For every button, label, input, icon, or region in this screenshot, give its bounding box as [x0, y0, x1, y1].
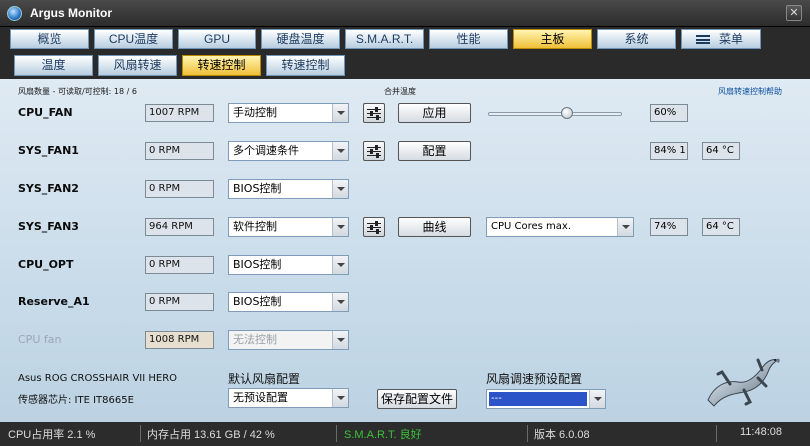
- fan-name: SYS_FAN1: [18, 144, 79, 157]
- cpu-usage: CPU占用率 2.1 %: [8, 429, 96, 441]
- memory-usage: 内存占用 13.61 GB / 42 %: [147, 429, 275, 441]
- chevron-down-icon: [332, 218, 348, 236]
- status-bar: CPU占用率 2.1 % 内存占用 13.61 GB / 42 % S.M.A.…: [0, 422, 810, 446]
- subtab-fan-control-2[interactable]: 转速控制: [266, 55, 345, 76]
- menu-label: 菜单: [718, 32, 743, 46]
- board-name: Asus ROG CROSSHAIR VII HERO: [18, 373, 178, 384]
- sliders-icon[interactable]: [363, 103, 385, 123]
- clock: 11:48:08: [740, 426, 783, 438]
- default-config-value: 无预设配置: [233, 391, 288, 404]
- subtab-fan-control[interactable]: 转速控制: [182, 55, 261, 76]
- chevron-down-icon: [332, 180, 348, 198]
- status-divider: [336, 425, 337, 442]
- sliders-icon[interactable]: [363, 217, 385, 237]
- slider-track: [488, 112, 622, 116]
- temp-source-value: CPU Cores max.: [491, 221, 572, 232]
- tab-performance[interactable]: 性能: [429, 29, 508, 49]
- fan-mode-value: BIOS控制: [233, 182, 282, 195]
- chevron-down-icon: [332, 331, 348, 349]
- sub-tabs: 温度 风扇转速 转速控制 转速控制: [0, 52, 810, 79]
- chevron-down-icon: [332, 256, 348, 274]
- subtab-temperature[interactable]: 温度: [14, 55, 93, 76]
- configure-button[interactable]: 配置: [398, 141, 471, 161]
- close-button[interactable]: ✕: [786, 5, 802, 21]
- window-title: Argus Monitor: [30, 6, 112, 20]
- save-profile-button[interactable]: 保存配置文件: [377, 389, 457, 409]
- tab-cpu-temp[interactable]: CPU温度: [94, 29, 173, 49]
- hamburger-icon: [696, 35, 710, 44]
- tab-smart[interactable]: S.M.A.R.T.: [345, 29, 424, 49]
- combined-temp-label: 合并温度: [384, 87, 416, 96]
- main-tabs: 概览 CPU温度 GPU 硬盘温度 S.M.A.R.T. 性能 主板 系统 菜单: [0, 27, 810, 52]
- fan-name: SYS_FAN3: [18, 220, 79, 233]
- tab-mainboard[interactable]: 主板: [513, 29, 592, 49]
- tab-overview[interactable]: 概览: [10, 29, 89, 49]
- preset-config-value: ---: [488, 391, 588, 407]
- fan-name: CPU_FAN: [18, 106, 73, 119]
- tab-menu[interactable]: 菜单: [681, 29, 761, 49]
- preset-config-dropdown[interactable]: ---: [486, 389, 606, 409]
- fan-temperature: 64 °C: [702, 142, 740, 160]
- fan-mode-value: BIOS控制: [233, 295, 282, 308]
- chevron-down-icon: [332, 389, 348, 407]
- sensor-chip: 传感器芯片: ITE IT8665E: [18, 395, 134, 406]
- status-divider: [716, 425, 717, 442]
- fan-rpm: 1007 RPM: [145, 104, 214, 122]
- title-bar: Argus Monitor ✕: [0, 0, 810, 27]
- chevron-down-icon: [332, 293, 348, 311]
- subtab-fan-speed[interactable]: 风扇转速: [98, 55, 177, 76]
- preset-config-label: 风扇调速预设配置: [486, 372, 583, 386]
- fan-control-help-link[interactable]: 风扇转速控制帮助: [718, 86, 782, 97]
- fan-mode-value: BIOS控制: [233, 258, 282, 271]
- fan-name: SYS_FAN2: [18, 182, 79, 195]
- tab-gpu[interactable]: GPU: [178, 29, 256, 49]
- fan-control-panel: [0, 79, 810, 422]
- fan-name: Reserve_A1: [18, 295, 90, 308]
- fan-mode-dropdown[interactable]: 软件控制: [228, 217, 349, 237]
- fan-mode-dropdown[interactable]: 手动控制: [228, 103, 349, 123]
- fan-name: CPU fan: [18, 333, 62, 346]
- default-config-label: 默认风扇配置: [228, 372, 301, 386]
- fan-mode-dropdown: 无法控制: [228, 330, 349, 350]
- fan-rpm: 0 RPM: [145, 180, 214, 198]
- fan-percent: 84% 1: [650, 142, 688, 160]
- smart-status[interactable]: S.M.A.R.T. 良好: [344, 426, 422, 442]
- fan-mode-value: 无法控制: [233, 333, 277, 346]
- fan-name: CPU_OPT: [18, 258, 74, 271]
- fan-rpm: 964 RPM: [145, 218, 214, 236]
- curve-button[interactable]: 曲线: [398, 217, 471, 237]
- fan-speed-slider[interactable]: [486, 107, 624, 121]
- version: 版本 6.0.08: [534, 429, 590, 441]
- fan-rpm: 0 RPM: [145, 142, 214, 160]
- fan-mode-dropdown[interactable]: BIOS控制: [228, 179, 349, 199]
- tab-disk-temp[interactable]: 硬盘温度: [261, 29, 340, 49]
- fan-mode-value: 多个调速条件: [233, 144, 299, 157]
- app-logo-icon: [7, 6, 22, 21]
- fan-mode-dropdown[interactable]: 多个调速条件: [228, 141, 349, 161]
- sliders-icon[interactable]: [363, 141, 385, 161]
- status-divider: [527, 425, 528, 442]
- fan-rpm: 0 RPM: [145, 293, 214, 311]
- chevron-down-icon: [617, 218, 633, 236]
- chevron-down-icon: [332, 142, 348, 160]
- chevron-down-icon: [332, 104, 348, 122]
- slider-thumb[interactable]: [561, 107, 574, 119]
- fan-percent: 74%: [650, 218, 688, 236]
- apply-button[interactable]: 应用: [398, 103, 471, 123]
- fan-mode-dropdown[interactable]: BIOS控制: [228, 292, 349, 312]
- fan-mode-value: 手动控制: [233, 106, 277, 119]
- fan-temperature: 64 °C: [702, 218, 740, 236]
- default-config-dropdown[interactable]: 无预设配置: [228, 388, 349, 408]
- tab-system[interactable]: 系统: [597, 29, 676, 49]
- fan-mode-value: 软件控制: [233, 220, 277, 233]
- temp-source-dropdown[interactable]: CPU Cores max.: [486, 217, 634, 237]
- status-divider: [140, 425, 141, 442]
- fan-percent: 60%: [650, 104, 688, 122]
- fan-rpm: 0 RPM: [145, 256, 214, 274]
- fan-mode-dropdown[interactable]: BIOS控制: [228, 255, 349, 275]
- chevron-down-icon: [589, 390, 605, 408]
- fan-rpm: 1008 RPM: [145, 331, 214, 349]
- fan-count-label: 风扇数量 - 可读取/可控制: 18 / 6: [18, 87, 137, 96]
- argus-lizard-logo-icon: [707, 358, 780, 407]
